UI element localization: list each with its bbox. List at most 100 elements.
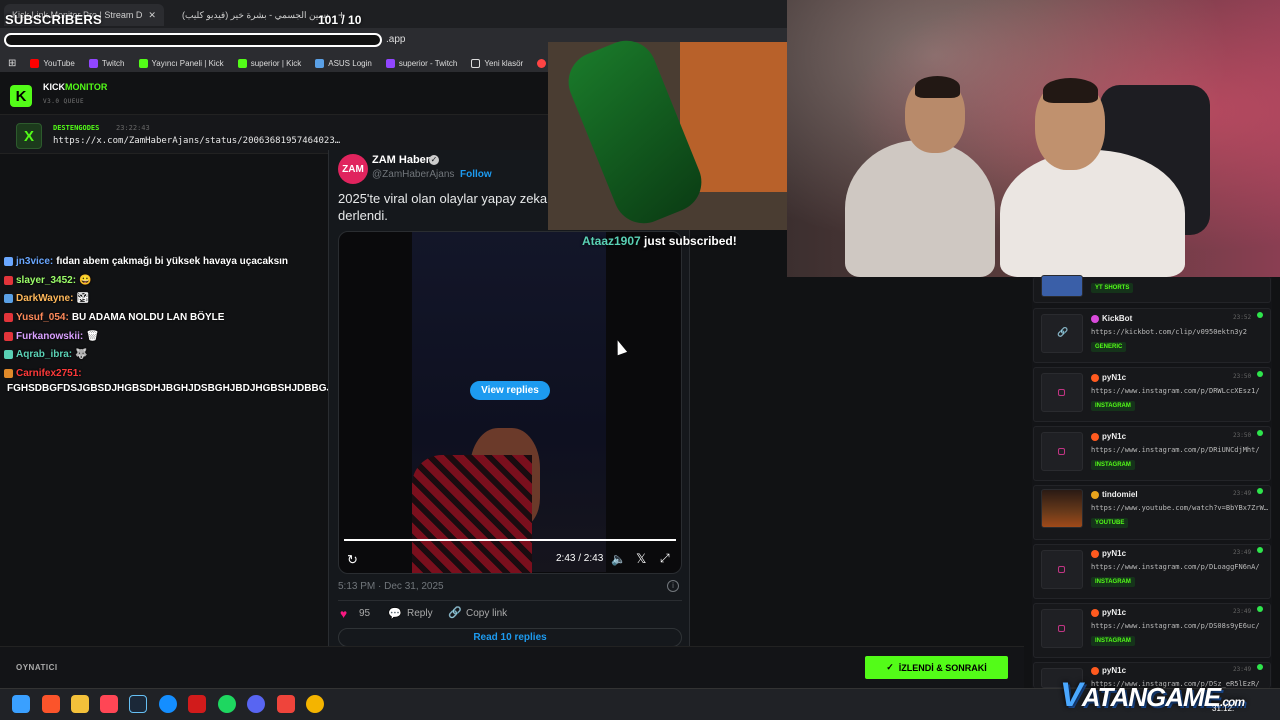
clip-time: 23:49 — [1233, 490, 1252, 497]
bookmark-label: superior | Kick — [250, 58, 302, 68]
apps-grid-icon[interactable]: ⊞ — [8, 58, 16, 69]
app-title-part: KICK — [43, 82, 65, 92]
tweet-author-handle[interactable]: @ZamHaberAjans — [372, 169, 454, 180]
chat-badge-icon — [4, 332, 13, 341]
chat-message: slayer_3452: 😀 — [4, 275, 92, 286]
system-clock[interactable]: 31.12. — [1212, 704, 1234, 713]
volume-icon[interactable]: 🔈 — [611, 552, 626, 566]
copy-link-button[interactable]: Copy link — [466, 608, 507, 619]
bookmark-label: Yeni klasör — [484, 58, 524, 68]
msi-icon[interactable] — [188, 695, 206, 713]
view-replies-button[interactable]: View replies — [470, 381, 550, 400]
video-time: 2:43 / 2:43 — [556, 553, 604, 564]
streamer-left-body — [845, 140, 995, 277]
subscribers-goal-label: SUBSCRIBERS — [5, 12, 102, 27]
twitch-icon — [88, 58, 98, 68]
reply-icon[interactable]: 💬 — [388, 607, 402, 620]
tweet-date[interactable]: 5:13 PM · Dec 31, 2025 — [338, 581, 444, 592]
status-dot — [1257, 664, 1263, 670]
spotify-icon[interactable] — [218, 695, 236, 713]
chat-text: FGHSDBGFDSJGBSDJHGBSDHJBGHJDSBGHJBDJHGBS… — [7, 383, 346, 394]
chat-badge-icon — [4, 294, 13, 303]
heart-icon[interactable]: ♥ — [340, 607, 347, 621]
tweet-author-name[interactable]: ZAM Haber — [372, 154, 430, 166]
brave-browser-icon[interactable] — [42, 695, 60, 713]
clip-username: pyN1c — [1102, 432, 1127, 441]
tab-title: حسين الجسمي - بشرة خير (فيديو كليب) — [182, 9, 328, 20]
status-dot — [1257, 606, 1263, 612]
bookmark-youtube[interactable]: YouTube — [30, 58, 75, 68]
clip-url[interactable]: https://kickbot.com/clip/v0950ektn3y2 — [1091, 328, 1247, 336]
subscription-alert-text: just subscribed! — [640, 234, 737, 248]
chat-text: 🏞 — [76, 293, 90, 304]
read-replies-button[interactable]: Read 10 replies — [338, 628, 682, 647]
now-playing-url[interactable]: https://x.com/ZamHaberAjans/status/20063… — [53, 136, 340, 146]
kick-logo-icon: K — [10, 85, 32, 107]
chat-username: Carnifex2751: — [16, 368, 82, 379]
chrome-icon[interactable] — [306, 695, 324, 713]
link-icon: 🔗 — [1057, 327, 1069, 337]
clip-time: 23:49 — [1233, 666, 1252, 673]
url-input[interactable] — [4, 33, 382, 47]
chat-username: Aqrab_ibra: — [16, 349, 73, 360]
bookmark-new-folder[interactable]: Yeni klasör — [471, 58, 524, 68]
chat-username: jn3vice: — [16, 256, 54, 267]
file-explorer-icon[interactable] — [71, 695, 89, 713]
clip-user: tindomiel — [1091, 490, 1138, 499]
discord-icon[interactable] — [247, 695, 265, 713]
bookmark-superior-kick[interactable]: superior | Kick — [237, 58, 302, 68]
tab-youtube-video[interactable]: حسين الجسمي - بشرة خير (فيديو كليب) — [168, 4, 328, 26]
replay-icon[interactable]: ↻ — [347, 552, 358, 568]
clip-thumbnail — [1041, 275, 1083, 297]
x-logo-icon[interactable]: 𝕏 — [636, 551, 646, 567]
video-progress-bar[interactable] — [344, 539, 676, 541]
anydesk-icon[interactable] — [277, 695, 295, 713]
valorant-icon[interactable] — [100, 695, 118, 713]
clip-time: 23:50 — [1233, 432, 1252, 439]
windows-start-icon[interactable] — [12, 695, 30, 713]
chat-username: Yusuf_054: — [16, 312, 69, 323]
clip-username: pyN1c — [1102, 549, 1127, 558]
link-icon[interactable]: 🔗 — [448, 606, 462, 619]
battle-net-icon[interactable] — [159, 695, 177, 713]
tweet-avatar[interactable]: ZAM — [338, 154, 368, 184]
bookmark-label: YouTube — [43, 58, 75, 68]
clip-platform-tag: INSTAGRAM — [1091, 401, 1135, 411]
chat-message: Aqrab_ibra: 🐺 — [4, 349, 88, 360]
bookmark-superior-twitch[interactable]: superior - Twitch — [385, 58, 457, 68]
clip-username: tindomiel — [1102, 490, 1138, 499]
watched-next-button[interactable]: ✓ İZLENDİ & SONRAKİ — [865, 656, 1008, 679]
clip-url[interactable]: https://www.youtube.com/watch?v=BbYBx7Zr… — [1091, 504, 1268, 512]
clip-user: pyN1c — [1091, 373, 1126, 382]
clip-url[interactable]: https://www.instagram.com/p/DRiUNCdjMht/ — [1091, 446, 1260, 454]
tab-close-icon[interactable]: ✕ — [148, 10, 156, 21]
chat-badge-icon — [4, 369, 13, 378]
chat-username: Furkanowskii: — [16, 331, 84, 342]
follow-link[interactable]: Follow — [460, 169, 492, 180]
folder-icon — [471, 58, 481, 68]
instagram-icon — [1058, 389, 1065, 396]
clip-time: 23:49 — [1233, 608, 1252, 615]
subscription-alert: Ataaz1907 just subscribed! — [582, 234, 737, 248]
user-avatar — [1091, 608, 1099, 617]
clip-platform-tag: INSTAGRAM — [1091, 636, 1135, 646]
clip-url[interactable]: https://www.instagram.com/p/DLoaggFN6nA/ — [1091, 563, 1260, 571]
clip-username: pyN1c — [1102, 666, 1127, 675]
twitch-icon — [385, 58, 395, 68]
bookmark-kick-panel[interactable]: Yayıncı Paneli | Kick — [138, 58, 224, 68]
clip-url[interactable]: https://www.instagram.com/p/DRWLccXEsz1/ — [1091, 387, 1260, 395]
fullscreen-icon[interactable]: ⤢ — [660, 551, 670, 566]
bookmark-twitch[interactable]: Twitch — [88, 58, 125, 68]
bookmark-asus-login[interactable]: ASUS Login — [315, 58, 372, 68]
url-text: .app — [386, 34, 406, 45]
info-icon[interactable]: i — [667, 580, 679, 592]
reply-button[interactable]: Reply — [407, 608, 433, 619]
clip-thumbnail — [1041, 489, 1083, 528]
chat-badge-icon — [4, 276, 13, 285]
subscribers-goal-count: 101 / 10 — [318, 13, 362, 27]
instagram-icon — [1058, 625, 1065, 632]
clip-platform-tag: YT SHORTS — [1091, 283, 1134, 293]
clip-url[interactable]: https://www.instagram.com/p/DS08s9yE6uc/ — [1091, 622, 1260, 630]
steam-icon[interactable] — [129, 695, 147, 713]
status-dot — [1257, 430, 1263, 436]
